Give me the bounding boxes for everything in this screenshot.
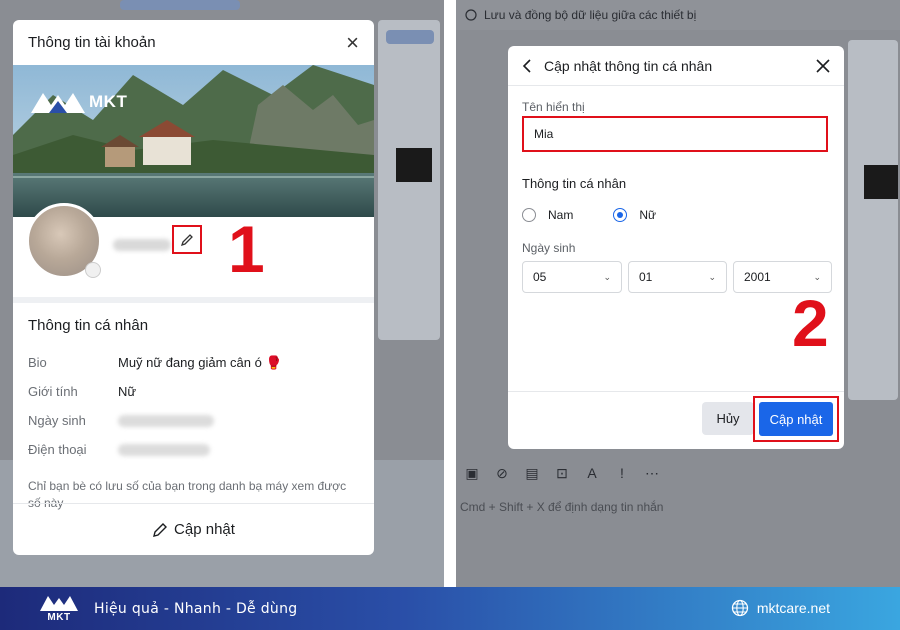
bg-app-sidebar: [848, 40, 898, 400]
logo-text: MKT: [89, 92, 128, 111]
banner-logo-text: MKT: [47, 612, 71, 623]
update-button-label: Cập nhật: [174, 521, 235, 538]
image-icon[interactable]: ▣: [464, 465, 480, 481]
radio-label-male: Nam: [548, 208, 574, 222]
pencil-icon: [153, 522, 168, 537]
edit-name-button[interactable]: [172, 225, 202, 254]
radio-label-female: Nữ: [639, 208, 657, 222]
info-label: Điện thoại: [28, 442, 87, 457]
info-value: Nữ: [118, 384, 137, 399]
radio-female[interactable]: [613, 208, 628, 222]
section-title: Thông tin cá nhân: [28, 317, 149, 334]
update-button[interactable]: Cập nhật: [13, 503, 374, 555]
info-label: Ngày sinh: [28, 413, 86, 428]
mkt-logo-icon: [31, 93, 85, 113]
footer-banner: MKT Hiệu quả - Nhanh - Dễ dùng mktcare.n…: [0, 587, 900, 630]
format-hint: Cmd + Shift + X để định dạng tin nhắn: [460, 500, 664, 514]
month-value: 01: [639, 270, 653, 284]
banner-logo: MKT: [38, 591, 80, 627]
close-icon[interactable]: [816, 58, 830, 73]
more-icon[interactable]: ⋯: [644, 465, 660, 481]
step-number-2: 2: [792, 286, 829, 360]
modal-title: Thông tin tài khoản: [28, 34, 156, 51]
month-select[interactable]: 01 ⌄: [628, 261, 727, 293]
website-text: mktcare.net: [756, 600, 830, 616]
pencil-icon: [180, 233, 193, 246]
left-screenshot-panel: Thông tin tài khoản × MKT Thông tin cá n…: [0, 0, 444, 587]
cover-photo: MKT: [13, 65, 374, 217]
chevron-down-icon: ⌄: [603, 271, 611, 282]
submit-highlight: Cập nhật: [753, 396, 839, 442]
year-value: 2001: [744, 270, 771, 284]
profile-row: [13, 203, 374, 297]
format-text-icon[interactable]: A: [584, 465, 600, 481]
message-toolbar: ▣ ⊘ ▤ ⊡ A ! ⋯: [456, 455, 900, 491]
birthday-label: Ngày sinh: [522, 241, 576, 255]
mkt-logo-icon: [40, 596, 78, 611]
step-number-1: 1: [228, 212, 265, 286]
attachment-icon[interactable]: ⊘: [494, 465, 510, 481]
bg-app-element: [864, 165, 898, 199]
modal-header: Cập nhật thông tin cá nhân: [508, 46, 844, 86]
personal-info-section: Thông tin cá nhân Bio Muỹ nữ đang giảm c…: [13, 303, 374, 512]
contact-card-icon[interactable]: ▤: [524, 465, 540, 481]
chevron-down-icon: ⌄: [708, 271, 716, 282]
display-name-label: Tên hiển thị: [522, 100, 585, 114]
submit-button[interactable]: Cập nhật: [759, 402, 833, 436]
reminder-icon[interactable]: !: [614, 465, 630, 481]
info-row-phone: Điện thoại: [28, 435, 359, 464]
day-value: 05: [533, 270, 547, 284]
globe-icon: [731, 599, 749, 617]
info-row-bio: Bio Muỹ nữ đang giảm cân ó 🥊: [28, 348, 359, 377]
screenshot-icon[interactable]: ⊡: [554, 465, 570, 481]
modal-footer: Hủy Cập nhật: [508, 391, 844, 449]
chevron-down-icon: ⌄: [813, 271, 821, 282]
right-screenshot-panel: Lưu và đồng bộ dữ liệu giữa các thiết bị…: [456, 0, 900, 587]
bg-app-element: [386, 30, 434, 44]
day-select[interactable]: 05 ⌄: [522, 261, 622, 293]
tutorial-screenshot: Thông tin tài khoản × MKT Thông tin cá n…: [0, 0, 900, 630]
info-value-blurred: [118, 414, 214, 427]
website-link[interactable]: mktcare.net: [731, 599, 830, 617]
radio-male[interactable]: [522, 208, 536, 222]
display-name-value: Mia: [534, 127, 554, 141]
bg-app-element: [120, 0, 240, 10]
sync-icon: [465, 9, 477, 21]
update-profile-modal: Cập nhật thông tin cá nhân Tên hiển thị …: [508, 46, 844, 449]
banner-slogan: Hiệu quả - Nhanh - Dễ dùng: [94, 600, 298, 617]
section-title: Thông tin cá nhân: [522, 176, 627, 191]
info-row-birthday: Ngày sinh: [28, 406, 359, 435]
gender-radio-group: Nam Nữ: [522, 208, 696, 222]
back-arrow-icon[interactable]: [522, 58, 532, 73]
cancel-button[interactable]: Hủy: [702, 402, 754, 435]
info-row-gender: Giới tính Nữ: [28, 377, 359, 406]
sync-text: Lưu và đồng bộ dữ liệu giữa các thiết bị: [484, 8, 697, 22]
account-info-modal: Thông tin tài khoản × MKT Thông tin cá n…: [13, 20, 374, 555]
info-label: Giới tính: [28, 384, 78, 399]
modal-header: Thông tin tài khoản ×: [13, 20, 374, 65]
bg-app-element: [396, 148, 432, 182]
top-banner: Lưu và đồng bộ dữ liệu giữa các thiết bị: [456, 0, 900, 30]
modal-title: Cập nhật thông tin cá nhân: [544, 57, 713, 74]
camera-icon[interactable]: [85, 262, 101, 278]
mkt-logo: MKT: [29, 89, 127, 115]
close-icon[interactable]: ×: [346, 31, 359, 54]
display-name-blurred: [113, 239, 171, 251]
info-value-blurred: [118, 443, 210, 456]
birthday-selects: 05 ⌄ 01 ⌄ 2001 ⌄: [522, 261, 832, 293]
info-value: Muỹ nữ đang giảm cân ó 🥊: [118, 354, 282, 370]
display-name-input[interactable]: Mia: [522, 116, 828, 152]
info-label: Bio: [28, 355, 47, 370]
